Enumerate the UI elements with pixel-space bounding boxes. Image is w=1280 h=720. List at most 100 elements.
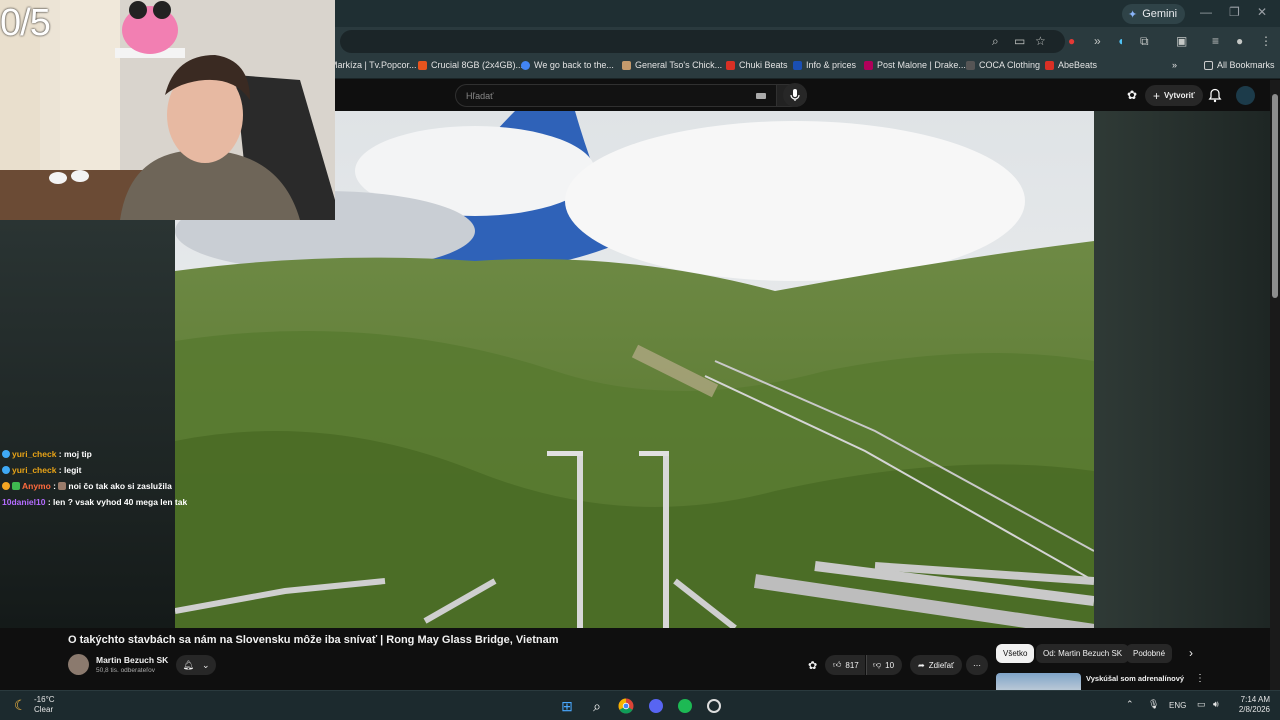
emote-icon: [58, 482, 67, 490]
extension-icon[interactable]: ●: [1068, 34, 1075, 48]
thumbs-up-icon: 👍︎: [833, 660, 842, 669]
microphone-tray-icon[interactable]: 🎙︎: [1148, 699, 1159, 710]
spotify-icon: [678, 699, 692, 713]
like-button[interactable]: 👍︎ 817: [825, 655, 865, 675]
ai-sparkle-icon[interactable]: ✿: [1127, 88, 1137, 102]
bookmark-label: Markíza | Tv.Popcor...: [330, 60, 417, 70]
search-input[interactable]: Hľadať: [455, 84, 777, 107]
bookmark-label: Crucial 8GB (2x4GB)...: [431, 60, 524, 70]
chat-username: yuri_check: [12, 465, 57, 475]
app-taskbar-icon[interactable]: [704, 696, 724, 716]
channel-name[interactable]: Martin Bezuch SK: [96, 655, 168, 665]
bookmark-item[interactable]: Info & prices: [793, 60, 856, 70]
chip-all[interactable]: Všetko: [996, 644, 1035, 663]
bookmark-item[interactable]: COCA Clothing: [966, 60, 1040, 70]
bookmark-item[interactable]: Post Malone | Drake...: [864, 60, 966, 70]
temperature: -16°C: [34, 695, 55, 704]
media-icon[interactable]: ≡: [1212, 34, 1219, 48]
more-actions-button[interactable]: ⋯: [966, 655, 988, 675]
chat-text: moj tip: [63, 449, 92, 459]
create-button[interactable]: + Vytvoriť: [1145, 85, 1203, 106]
favicon-icon: [793, 60, 802, 70]
create-label: Vytvoriť: [1164, 91, 1195, 100]
cast-icon[interactable]: ▭: [1014, 34, 1025, 48]
windows-start-icon[interactable]: ⊞: [557, 696, 577, 716]
weather-moon-icon[interactable]: ☾: [14, 697, 27, 714]
screen: ✦ Gemini — ❐ ✕ ⌕ ▭ ☆ ● » ◖ ⧉ ▣ ≡ ● ⋮ Mar…: [0, 0, 1280, 720]
gemini-button[interactable]: ✦ Gemini: [1122, 4, 1186, 24]
address-bar[interactable]: [340, 30, 1065, 53]
bookmark-label: Post Malone | Drake...: [877, 60, 966, 70]
bookmark-star-icon[interactable]: ☆: [1035, 34, 1046, 48]
tray-overflow-icon[interactable]: ⌃: [1126, 699, 1134, 710]
bookmark-item[interactable]: Chuki Beats: [726, 60, 788, 70]
notifications-bell-icon[interactable]: [1208, 88, 1222, 103]
profile-avatar-icon[interactable]: ●: [1236, 34, 1243, 48]
bookmark-label: Info & prices: [806, 60, 857, 70]
chat-text: len ? vsak vyhod 40 mega len tak: [53, 497, 187, 507]
network-icon[interactable]: ▭: [1197, 699, 1206, 710]
search-icon[interactable]: ⌕: [587, 696, 607, 716]
bookmarks-overflow-icon[interactable]: »: [1172, 60, 1177, 70]
dislike-button[interactable]: 👎︎ 10: [866, 655, 903, 675]
favicon-icon: [521, 60, 530, 70]
voice-search-button[interactable]: [783, 83, 807, 107]
chevron-down-icon: ⌄: [201, 659, 210, 670]
close-icon[interactable]: ✕: [1257, 5, 1267, 19]
bookmark-label: COCA Clothing: [979, 60, 1041, 70]
minimize-icon[interactable]: —: [1200, 5, 1212, 19]
bookmark-item[interactable]: We go back to the...: [521, 60, 614, 70]
bookmark-item[interactable]: Markíza | Tv.Popcor...: [330, 60, 417, 70]
favicon-icon: [726, 60, 735, 70]
chip-related[interactable]: Podobné: [1126, 644, 1173, 663]
extension-icon[interactable]: ◖: [1117, 34, 1124, 48]
chat-badge-icon: [2, 466, 10, 474]
chevron-right-icon[interactable]: ›: [1189, 646, 1193, 660]
sidepanel-icon[interactable]: ▣: [1176, 34, 1187, 48]
recommended-title[interactable]: Vyskúšal som adrenalínový: [1086, 674, 1184, 683]
scrollbar-thumb[interactable]: [1272, 94, 1278, 298]
account-avatar[interactable]: [1236, 86, 1255, 105]
menu-icon[interactable]: ⋮: [1260, 34, 1272, 48]
chrome-taskbar-icon[interactable]: [616, 696, 636, 716]
challenge-counter: 0/5: [0, 2, 51, 44]
video-title: O takýchto stavbách sa nám na Slovensku …: [68, 634, 559, 646]
bookmark-item[interactable]: AbeBeats: [1045, 60, 1097, 70]
page-scrollbar[interactable]: [1270, 80, 1280, 690]
gemini-icon: ✦: [1128, 8, 1138, 21]
language-indicator[interactable]: ENG: [1169, 701, 1186, 710]
all-bookmarks-label: All Bookmarks: [1217, 60, 1275, 70]
keyboard-icon[interactable]: [756, 93, 766, 99]
spotify-taskbar-icon[interactable]: [675, 696, 695, 716]
bookmark-item[interactable]: Crucial 8GB (2x4GB)...: [418, 60, 523, 70]
channel-avatar[interactable]: [68, 654, 89, 675]
volume-icon[interactable]: 🔊︎: [1213, 699, 1219, 710]
thumbs-down-icon: 👎︎: [873, 660, 882, 669]
chat-username: Anymo: [22, 481, 51, 491]
chat-message: yuri_check : legit: [2, 462, 187, 478]
discord-taskbar-icon[interactable]: [646, 696, 666, 716]
extensions-puzzle-icon[interactable]: ⧉: [1140, 34, 1149, 49]
share-label: Zdieľať: [928, 660, 955, 670]
ambient-side-panel: [1094, 111, 1270, 628]
microphone-icon: [790, 89, 800, 101]
chat-username: 10daniel10: [2, 497, 46, 507]
ask-ai-icon[interactable]: ✿: [808, 659, 817, 672]
extension-icon[interactable]: »: [1094, 34, 1101, 48]
chip-from-channel[interactable]: Od: Martin Bezuch SK: [1036, 644, 1130, 663]
system-clock[interactable]: 7:14 AM 2/8/2026: [1226, 695, 1270, 715]
recommended-thumbnail[interactable]: [996, 673, 1081, 690]
weather-condition: Clear: [34, 705, 54, 714]
maximize-icon[interactable]: ❐: [1229, 5, 1240, 19]
zoom-icon[interactable]: ⌕: [992, 34, 999, 49]
bookmark-item[interactable]: General Tso's Chick...: [622, 60, 722, 70]
weather-widget[interactable]: -16°C Clear: [34, 695, 55, 715]
chat-text: legit: [63, 465, 82, 475]
subscription-bell-button[interactable]: 🔔︎ ⌄: [176, 655, 216, 675]
bookmark-label: Chuki Beats: [739, 60, 788, 70]
chat-username: yuri_check: [12, 449, 57, 459]
recommended-more-icon[interactable]: ⋮: [1195, 673, 1205, 684]
share-button[interactable]: ➦ Zdieľať: [910, 655, 963, 675]
discord-icon: [649, 699, 663, 713]
all-bookmarks[interactable]: All Bookmarks: [1204, 60, 1275, 70]
